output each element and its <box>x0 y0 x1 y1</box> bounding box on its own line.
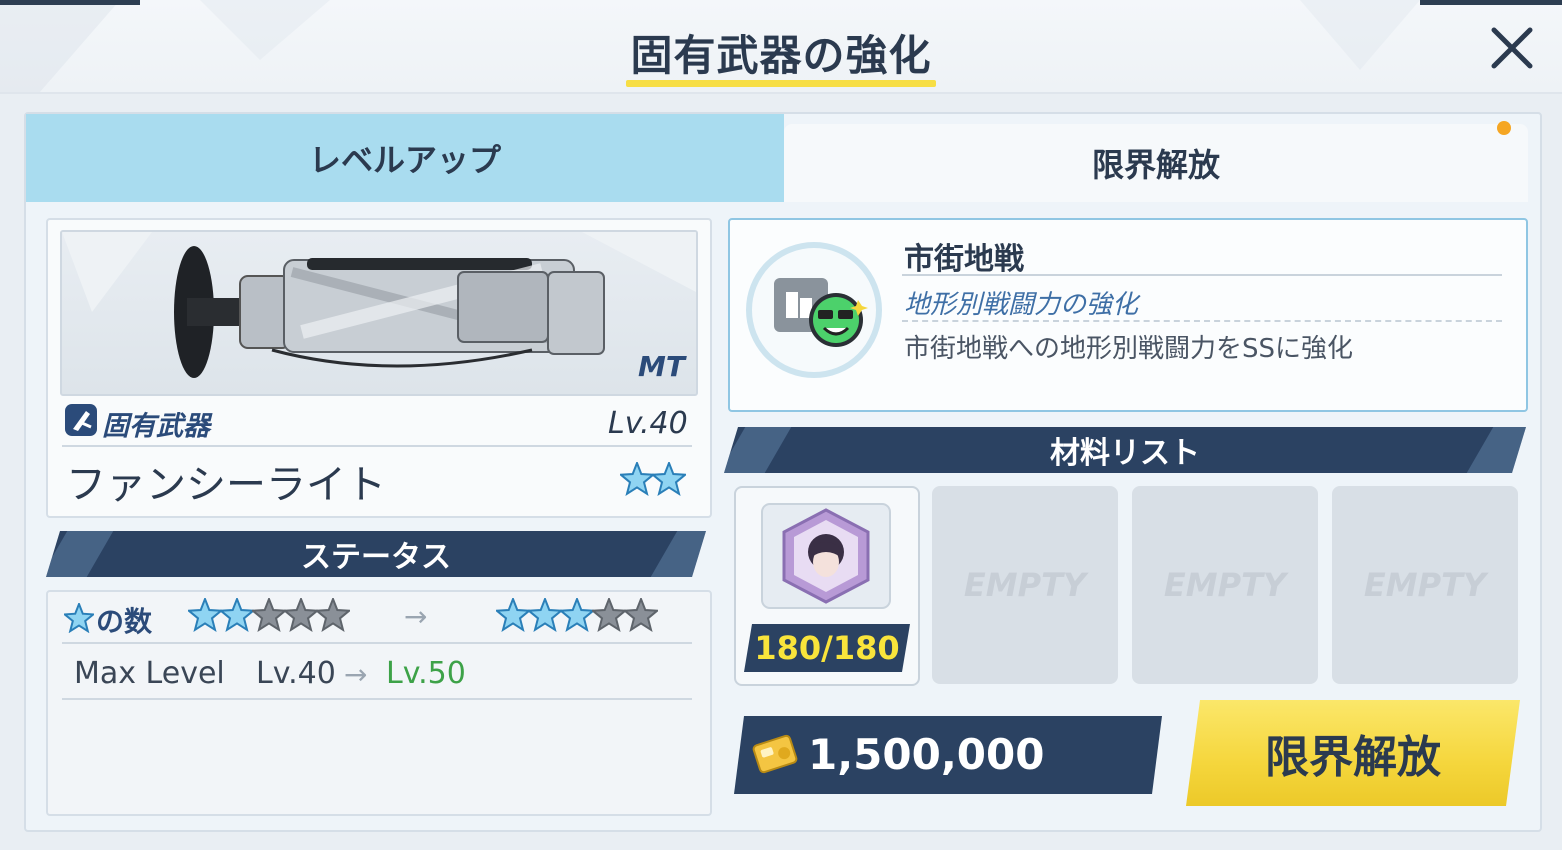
limit-break-button[interactable]: 限界解放 <box>1186 700 1520 806</box>
star-icon <box>650 460 688 500</box>
student-eleph-icon <box>758 500 894 612</box>
tab-level-up[interactable]: レベルアップ <box>26 114 784 202</box>
star-icon <box>218 596 256 636</box>
star-icon <box>282 596 320 636</box>
star-count-before <box>186 596 352 636</box>
credit-cost-value: 1,500,000 <box>808 730 1045 779</box>
tab-limit-break[interactable]: 限界解放 <box>784 124 1528 202</box>
credit-icon <box>752 734 798 778</box>
star-icon <box>62 601 96 637</box>
urban-terrain-icon <box>746 242 882 378</box>
unique-weapon-icon <box>64 403 98 437</box>
material-slot-empty: EMPTY <box>1332 486 1518 684</box>
weapon-star-rating <box>618 460 688 500</box>
skill-title: 市街地戦 <box>904 242 1024 277</box>
star-count-label: の数 <box>96 605 153 638</box>
material-count: 180/180 <box>744 624 910 672</box>
weapon-category: 固有武器 <box>102 411 210 442</box>
star-icon <box>494 596 532 636</box>
star-icon <box>590 596 628 636</box>
material-slot-empty: EMPTY <box>1132 486 1318 684</box>
title-underline <box>626 80 936 87</box>
weapon-level: Lv.40 <box>608 406 688 441</box>
star-icon <box>314 596 352 636</box>
divider <box>62 445 692 447</box>
skill-subtitle: 地形別戦闘力の強化 <box>904 290 1139 320</box>
skill-description: 市街地戦への地形別戦闘力をSSに強化 <box>904 334 1354 364</box>
star-icon <box>186 596 224 636</box>
star-count-after <box>494 596 660 636</box>
weapon-name: ファンシーライト <box>66 462 386 508</box>
max-level-before: Lv.40 <box>256 656 336 691</box>
status-header: ステータス <box>46 531 706 577</box>
star-icon <box>558 596 596 636</box>
dashed-divider <box>902 320 1502 322</box>
close-icon[interactable] <box>1488 24 1536 72</box>
star-icon <box>622 596 660 636</box>
top-edge-right <box>1420 0 1562 5</box>
weapon-type-badge: MT <box>638 350 685 383</box>
notification-dot <box>1497 121 1511 135</box>
divider <box>902 274 1502 276</box>
weapon-image <box>60 230 698 396</box>
arrow-right-icon: → <box>404 600 428 633</box>
status-header-label: ステータス <box>301 540 451 575</box>
star-icon <box>618 460 656 500</box>
max-level-label: Max Level <box>74 656 225 691</box>
max-level-after: Lv.50 <box>386 656 466 691</box>
material-slot-empty: EMPTY <box>932 486 1118 684</box>
page-title: 固有武器の強化 <box>630 31 932 80</box>
top-edge-left <box>0 0 140 5</box>
star-icon <box>250 596 288 636</box>
divider <box>62 698 692 700</box>
materials-header: 材料リスト <box>724 427 1526 473</box>
star-icon <box>526 596 564 636</box>
divider <box>62 642 692 644</box>
arrow-right-icon: → <box>344 658 368 691</box>
materials-header-label: 材料リスト <box>1050 436 1200 471</box>
